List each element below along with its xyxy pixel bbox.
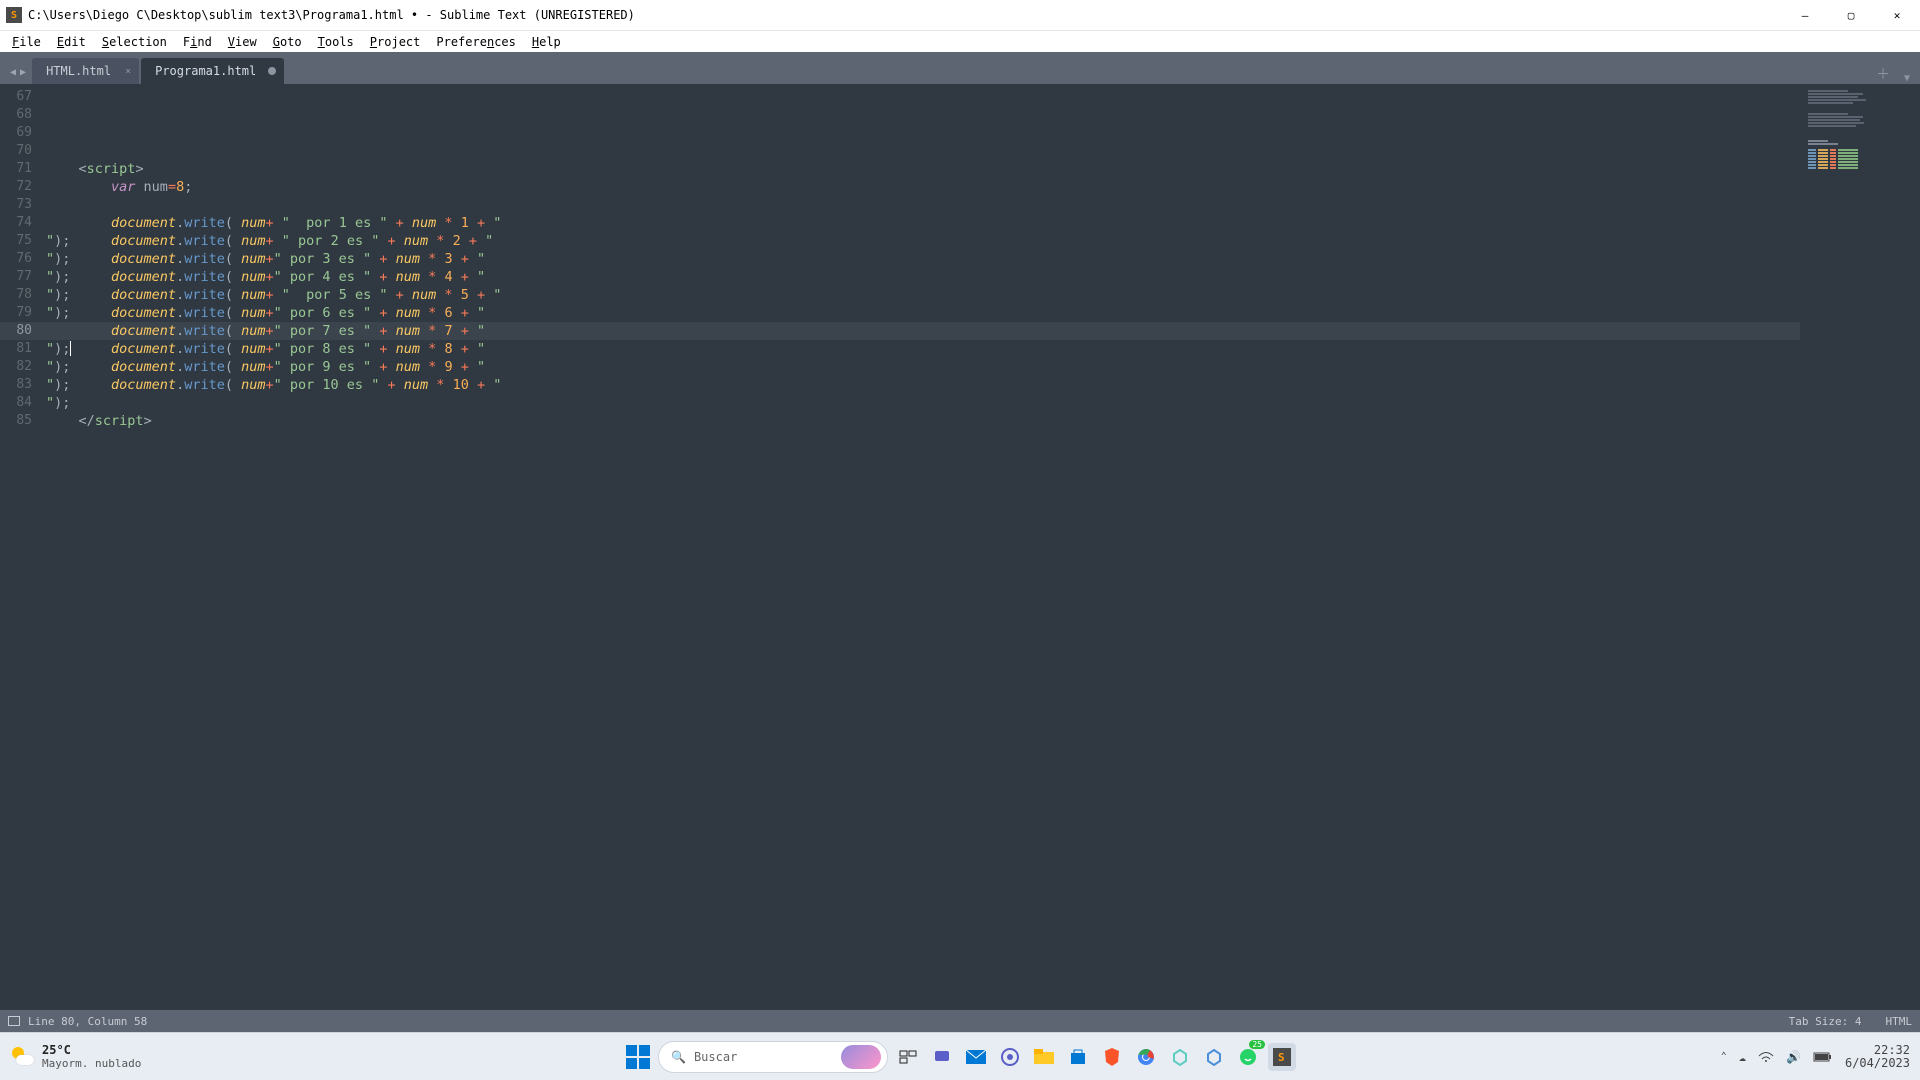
explorer-icon[interactable] xyxy=(1030,1043,1058,1071)
chrome-icon[interactable] xyxy=(1132,1043,1160,1071)
maximize-button[interactable]: ▢ xyxy=(1828,0,1874,30)
tab-html[interactable]: HTML.html × xyxy=(32,58,139,84)
brave-icon[interactable] xyxy=(1098,1043,1126,1071)
system-tray: ⌃ ☁ 🔊 22:32 6/04/2023 xyxy=(1721,1044,1910,1070)
code-area[interactable]: <script> var num=8; document.write( num+… xyxy=(42,84,1920,1010)
menu-view[interactable]: View xyxy=(220,33,265,51)
store-icon[interactable] xyxy=(1064,1043,1092,1071)
app-icon-1[interactable] xyxy=(1166,1043,1194,1071)
weather-icon xyxy=(10,1045,34,1069)
minimize-button[interactable]: — xyxy=(1782,0,1828,30)
copilot-icon[interactable] xyxy=(996,1043,1024,1071)
tab-label: Programa1.html xyxy=(155,64,256,78)
menu-selection[interactable]: Selection xyxy=(94,33,175,51)
weather-temp: 25°C xyxy=(42,1044,141,1057)
whatsapp-icon[interactable]: 25 xyxy=(1234,1043,1262,1071)
menu-tools[interactable]: Tools xyxy=(310,33,362,51)
wifi-icon[interactable] xyxy=(1758,1051,1774,1063)
tab-close-icon[interactable]: × xyxy=(125,66,131,77)
tab-programa1[interactable]: Programa1.html xyxy=(141,58,284,84)
app-icon-2[interactable] xyxy=(1200,1043,1228,1071)
weather-desc: Mayorm. nublado xyxy=(42,1057,141,1070)
menu-file[interactable]: File xyxy=(4,33,49,51)
window-title: C:\Users\Diego C\Desktop\sublim text3\Pr… xyxy=(28,8,1782,22)
search-decoration-icon xyxy=(841,1045,881,1069)
syntax-mode[interactable]: HTML xyxy=(1886,1015,1913,1028)
task-view-icon[interactable] xyxy=(894,1043,922,1071)
taskbar-search[interactable]: 🔍 Buscar xyxy=(658,1041,888,1073)
whatsapp-badge: 25 xyxy=(1249,1040,1265,1049)
menu-help[interactable]: Help xyxy=(524,33,569,51)
svg-text:S: S xyxy=(1278,1051,1285,1064)
chat-icon[interactable] xyxy=(928,1043,956,1071)
editor-area[interactable]: 67686970717273747576777879808182838485 <… xyxy=(0,84,1920,1010)
menu-bar: File Edit Selection Find View Goto Tools… xyxy=(0,30,1920,52)
search-placeholder: Buscar xyxy=(694,1050,737,1064)
weather-widget[interactable]: 25°C Mayorm. nublado xyxy=(0,1044,141,1070)
menu-goto[interactable]: Goto xyxy=(265,33,310,51)
menu-edit[interactable]: Edit xyxy=(49,33,94,51)
status-bar: Line 80, Column 58 Tab Size: 4 HTML xyxy=(0,1010,1920,1032)
close-button[interactable]: ✕ xyxy=(1874,0,1920,30)
tray-overflow-icon[interactable]: ⌃ xyxy=(1721,1051,1727,1062)
volume-icon[interactable]: 🔊 xyxy=(1786,1050,1801,1064)
battery-icon[interactable] xyxy=(1813,1051,1833,1063)
menu-preferences[interactable]: Preferences xyxy=(428,33,524,51)
search-icon: 🔍 xyxy=(671,1050,686,1064)
clock-time: 22:32 xyxy=(1845,1044,1910,1057)
taskbar-clock[interactable]: 22:32 6/04/2023 xyxy=(1845,1044,1910,1070)
tab-size[interactable]: Tab Size: 4 xyxy=(1789,1015,1862,1028)
clock-date: 6/04/2023 xyxy=(1845,1057,1910,1070)
mail-icon[interactable] xyxy=(962,1043,990,1071)
menu-project[interactable]: Project xyxy=(362,33,429,51)
nav-fwd-icon[interactable]: ▶ xyxy=(20,67,26,78)
sublime-icon[interactable]: S xyxy=(1268,1043,1296,1071)
windows-taskbar: 25°C Mayorm. nublado 🔍 Buscar 25 S ⌃ ☁ 🔊… xyxy=(0,1032,1920,1080)
tab-label: HTML.html xyxy=(46,64,111,78)
app-icon: S xyxy=(6,7,22,23)
line-gutter: 67686970717273747576777879808182838485 xyxy=(0,84,42,1010)
tab-bar: ◀ ▶ HTML.html × Programa1.html ＋ ▼ xyxy=(0,52,1920,84)
new-tab-button[interactable]: ＋ xyxy=(1876,64,1890,84)
sidebar-toggle-icon[interactable] xyxy=(8,1016,20,1026)
cursor-position[interactable]: Line 80, Column 58 xyxy=(28,1015,147,1028)
nav-back-icon[interactable]: ◀ xyxy=(10,67,16,78)
minimap[interactable] xyxy=(1800,84,1920,1010)
tab-dropdown-icon[interactable]: ▼ xyxy=(1904,73,1910,84)
onedrive-icon[interactable]: ☁ xyxy=(1739,1050,1746,1064)
start-button[interactable] xyxy=(624,1043,652,1071)
dirty-indicator-icon xyxy=(268,67,276,75)
menu-find[interactable]: Find xyxy=(175,33,220,51)
title-bar: S C:\Users\Diego C\Desktop\sublim text3\… xyxy=(0,0,1920,30)
